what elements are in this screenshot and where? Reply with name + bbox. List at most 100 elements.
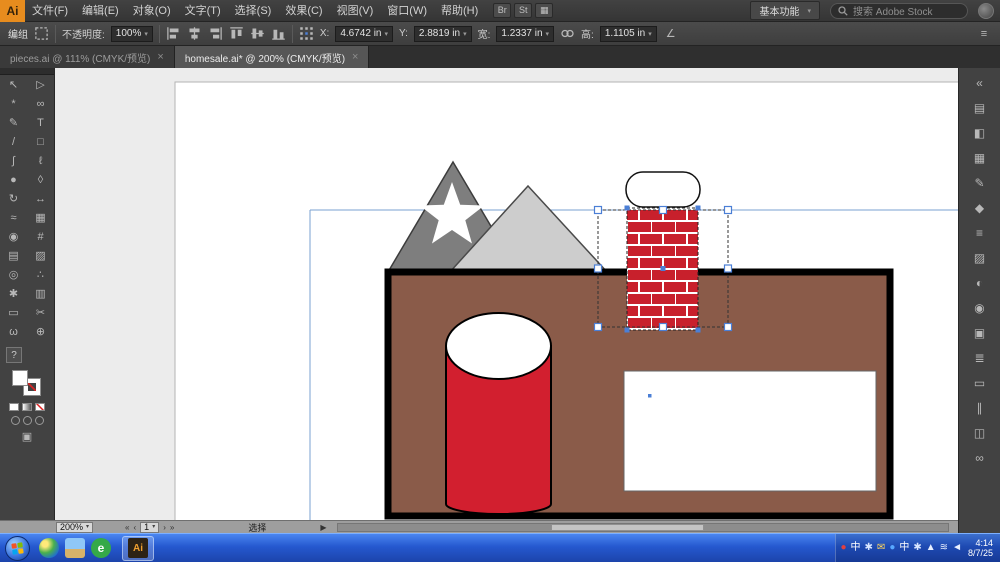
scale-tool[interactable]: ↔ — [27, 189, 54, 208]
height-field[interactable]: 1.1105 in▾ — [600, 26, 657, 42]
width-field[interactable]: 1.2337 in▾ — [496, 26, 554, 42]
tray-security-icon[interactable]: ● — [841, 543, 847, 553]
browser-globe-icon[interactable] — [39, 538, 59, 558]
workspace-switcher[interactable]: 基本功能 ▾ — [750, 1, 820, 20]
previous-artboard-button[interactable]: ‹ — [134, 522, 137, 533]
color-button[interactable] — [9, 403, 19, 411]
graphic-styles-panel-icon[interactable]: ▣ — [963, 320, 997, 345]
symbols-panel-icon[interactable]: ◆ — [963, 195, 997, 220]
type-tool[interactable]: T — [27, 113, 54, 132]
bridge-icon[interactable]: Br — [493, 3, 511, 18]
hand-tool[interactable]: ω — [0, 322, 27, 341]
zoom-tool[interactable]: ⊕ — [27, 322, 54, 341]
column-graph-tool[interactable]: ▥ — [27, 284, 54, 303]
selection-tool[interactable]: ↖ — [0, 75, 27, 94]
menu-item[interactable]: 对象(O) — [126, 0, 178, 22]
layers-panel-icon[interactable]: ≣ — [963, 345, 997, 370]
menu-item[interactable]: 窗口(W) — [380, 0, 434, 22]
menu-item[interactable]: 编辑(E) — [75, 0, 126, 22]
swatches-panel-icon[interactable]: ▦ — [963, 145, 997, 170]
document-canvas-area[interactable] — [55, 68, 958, 520]
symbol-sprayer-tool[interactable]: ✱ — [0, 284, 27, 303]
door-anchor-point[interactable] — [648, 394, 652, 398]
paintbrush-tool[interactable]: ∫ — [0, 151, 27, 170]
close-icon[interactable]: × — [352, 51, 358, 63]
eyedropper-tool[interactable]: ◎ — [0, 265, 27, 284]
color-guide-panel-icon[interactable]: ◧ — [963, 120, 997, 145]
pen-tool[interactable]: ✎ — [0, 113, 27, 132]
width-tool[interactable]: ≈ — [0, 208, 27, 227]
artboard-number-field[interactable]: 1 ▾ — [140, 522, 159, 533]
door-rectangle[interactable] — [624, 371, 876, 491]
menu-item[interactable]: 效果(C) — [278, 0, 329, 22]
gradient-panel-icon[interactable]: ▨ — [963, 245, 997, 270]
menu-item[interactable]: 文字(T) — [178, 0, 228, 22]
help-icon[interactable]: ? — [6, 347, 22, 363]
screen-mode-button[interactable]: ▣ — [22, 430, 32, 443]
gradient-tool[interactable]: ▨ — [27, 246, 54, 265]
lasso-tool[interactable]: ∞ — [27, 94, 54, 113]
free-transform-tool[interactable]: ▦ — [27, 208, 54, 227]
y-field[interactable]: 2.8819 in▾ — [414, 26, 472, 42]
stroke-panel-icon[interactable]: ≡ — [963, 220, 997, 245]
smoke-shape[interactable] — [626, 172, 700, 207]
appearance-panel-icon[interactable]: ◉ — [963, 295, 997, 320]
fill-swatch[interactable] — [12, 370, 28, 386]
bounding-box-icon[interactable] — [34, 26, 49, 41]
brushes-panel-icon[interactable]: ✎ — [963, 170, 997, 195]
align-bottom-icon[interactable] — [271, 26, 286, 41]
slice-tool[interactable]: ✂ — [27, 303, 54, 322]
tab-pieces[interactable]: pieces.ai @ 111% (CMYK/预览) × — [0, 46, 175, 68]
next-artboard-button[interactable]: › — [163, 522, 166, 533]
perspective-grid-tool[interactable]: # — [27, 227, 54, 246]
align-center-horizontal-icon[interactable] — [187, 26, 202, 41]
align-left-icon[interactable] — [166, 26, 181, 41]
align-panel-icon[interactable]: ∥ — [963, 395, 997, 420]
gradient-button[interactable] — [22, 403, 32, 411]
first-artboard-button[interactable]: « — [125, 522, 129, 533]
menu-item[interactable]: 文件(F) — [25, 0, 75, 22]
shear-icon[interactable]: ∠ — [663, 27, 679, 40]
arrange-documents-icon[interactable]: ▦ — [535, 3, 553, 18]
collapse-dock-icon[interactable]: « — [963, 70, 997, 95]
tray-message-icon[interactable]: ✉ — [877, 543, 885, 553]
tray-network-icon[interactable]: ≋ — [940, 543, 948, 553]
menu-item[interactable]: 帮助(H) — [434, 0, 485, 22]
panel-menu-icon[interactable]: ≡ — [976, 28, 992, 40]
reference-point-icon[interactable] — [299, 26, 314, 41]
tray-ime2-chinese-icon[interactable]: 中 — [899, 543, 909, 553]
menu-item[interactable]: 选择(S) — [228, 0, 279, 22]
internet-explorer-icon[interactable]: e — [91, 538, 111, 558]
links-panel-icon[interactable]: ∞ — [963, 445, 997, 470]
color-panel-icon[interactable]: ▤ — [963, 95, 997, 120]
status-menu-arrow[interactable]: ▶ — [320, 522, 326, 533]
direct-selection-tool[interactable]: ▷ — [27, 75, 54, 94]
close-icon[interactable]: × — [157, 51, 163, 63]
shape-builder-tool[interactable]: ◉ — [0, 227, 27, 246]
x-field[interactable]: 4.6742 in▾ — [335, 26, 393, 42]
pathfinder-panel-icon[interactable]: ◫ — [963, 420, 997, 445]
tray-ime2-settings-icon[interactable]: ✱ — [913, 543, 921, 553]
artwork-scene[interactable] — [55, 68, 958, 520]
scrollbar-thumb[interactable] — [551, 524, 704, 531]
artboard-tool[interactable]: ▭ — [0, 303, 27, 322]
pictures-icon[interactable] — [65, 538, 85, 558]
align-top-icon[interactable] — [229, 26, 244, 41]
app-logo[interactable]: Ai — [0, 0, 25, 22]
mesh-tool[interactable]: ▤ — [0, 246, 27, 265]
tools-panel-header[interactable] — [0, 68, 54, 75]
stock-icon[interactable]: St — [514, 3, 532, 18]
pencil-tool[interactable]: ℓ — [27, 151, 54, 170]
draw-normal-mode-button[interactable] — [11, 416, 20, 425]
none-button[interactable] — [35, 403, 45, 411]
draw-behind-mode-button[interactable] — [23, 416, 32, 425]
line-segment-tool[interactable]: / — [0, 132, 27, 151]
stock-search-input[interactable]: 搜索 Adobe Stock — [830, 3, 968, 19]
opacity-field[interactable]: 100% ▾ — [111, 26, 153, 42]
illustrator-taskbar-button[interactable]: Ai — [122, 536, 154, 561]
tray-ime-settings-icon[interactable]: ✱ — [865, 543, 873, 553]
magic-wand-tool[interactable]: * — [0, 94, 27, 113]
last-artboard-button[interactable]: » — [170, 522, 174, 533]
rectangle-tool[interactable]: □ — [27, 132, 54, 151]
cs-live-icon[interactable] — [978, 3, 994, 19]
